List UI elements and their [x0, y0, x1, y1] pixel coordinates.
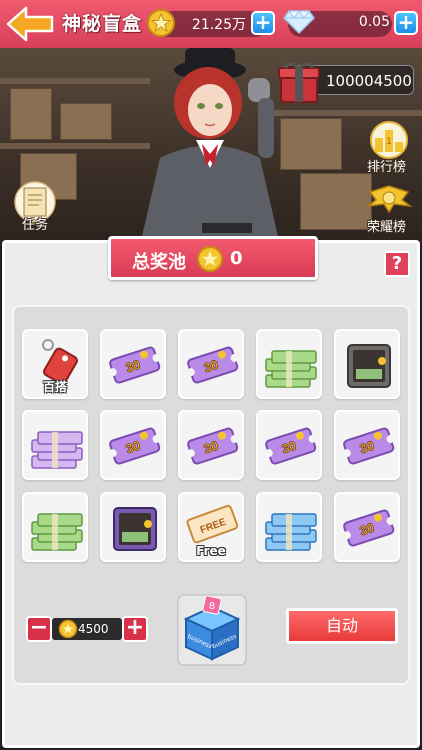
add-diamonds-button[interactable]: + — [394, 11, 418, 35]
ticket-30-icon: 30 — [186, 346, 239, 384]
decrease-bet-button[interactable]: − — [26, 616, 52, 642]
increase-bet-button[interactable]: + — [122, 616, 148, 642]
prize-cell: 30 — [334, 492, 400, 562]
prize-cell — [100, 492, 166, 562]
help-button[interactable]: ? — [384, 251, 410, 277]
blind-box-number: 8 — [209, 601, 215, 612]
ticket-amount: 100004500 — [326, 72, 412, 90]
coin-icon — [197, 246, 223, 272]
coin-icon — [58, 619, 78, 639]
diamond-icon — [283, 10, 315, 35]
prize-cell: 30 — [178, 329, 244, 399]
prize-cell: 百搭 — [22, 329, 88, 399]
ticket-30-icon: 30 — [186, 427, 239, 465]
prize-cell — [22, 410, 88, 480]
blue-cash-icon — [265, 513, 317, 551]
cash-stack-icon — [265, 350, 317, 388]
prize-cell: 30 — [334, 410, 400, 480]
prize-cell — [256, 329, 322, 399]
blind-box-button[interactable]: 8 business business — [176, 593, 248, 667]
honor-label[interactable]: 荣耀榜 — [367, 216, 406, 235]
safe-icon — [347, 344, 391, 388]
auto-button[interactable]: 自动 — [286, 608, 398, 644]
purple-safe-icon — [113, 507, 157, 551]
leaderboard-label[interactable]: 排行榜 — [367, 156, 406, 175]
ticket-30-icon: 30 — [108, 427, 161, 465]
character-illustration — [140, 48, 280, 245]
prize-pool-label: 总奖池 — [132, 252, 186, 273]
diamond-amount: 0.05 — [358, 14, 390, 30]
prize-cell — [256, 492, 322, 562]
gift-box-icon — [278, 62, 320, 103]
add-coins-button[interactable]: + — [251, 11, 275, 35]
prize-label: Free — [196, 544, 226, 558]
prize-cell — [334, 329, 400, 399]
purple-cash-icon — [31, 431, 83, 469]
prize-cell — [22, 492, 88, 562]
prize-cell: 30 — [178, 410, 244, 480]
page-title: 神秘盲盒 — [62, 13, 143, 35]
blind-box-icon: 8 business business — [177, 594, 247, 666]
ticket-30-icon: 30 — [342, 427, 395, 465]
ticket-30-icon: 30 — [264, 427, 317, 465]
prize-cell: 30 — [100, 410, 166, 480]
prize-pool-value: 0 — [230, 248, 243, 269]
prize-cell: 30 — [256, 410, 322, 480]
prize-cell: 30 — [100, 329, 166, 399]
back-arrow-icon[interactable] — [4, 4, 56, 44]
prize-cell: FREE Free — [178, 492, 244, 562]
coin-icon — [147, 9, 175, 37]
rank-badge-number: 1 — [386, 137, 392, 147]
task-label[interactable]: 任务 — [22, 214, 48, 233]
honor-wings-icon[interactable] — [364, 180, 414, 216]
ticket-30-icon: 30 — [108, 346, 161, 384]
prize-label: 百搭 — [42, 380, 67, 394]
coin-amount: 21.25万 — [191, 17, 246, 33]
bet-amount: 4500 — [78, 622, 109, 636]
leaderboard-icon[interactable]: 1 — [364, 120, 414, 160]
ticket-30-icon: 30 — [342, 509, 395, 547]
cash-stack-icon — [31, 513, 83, 551]
